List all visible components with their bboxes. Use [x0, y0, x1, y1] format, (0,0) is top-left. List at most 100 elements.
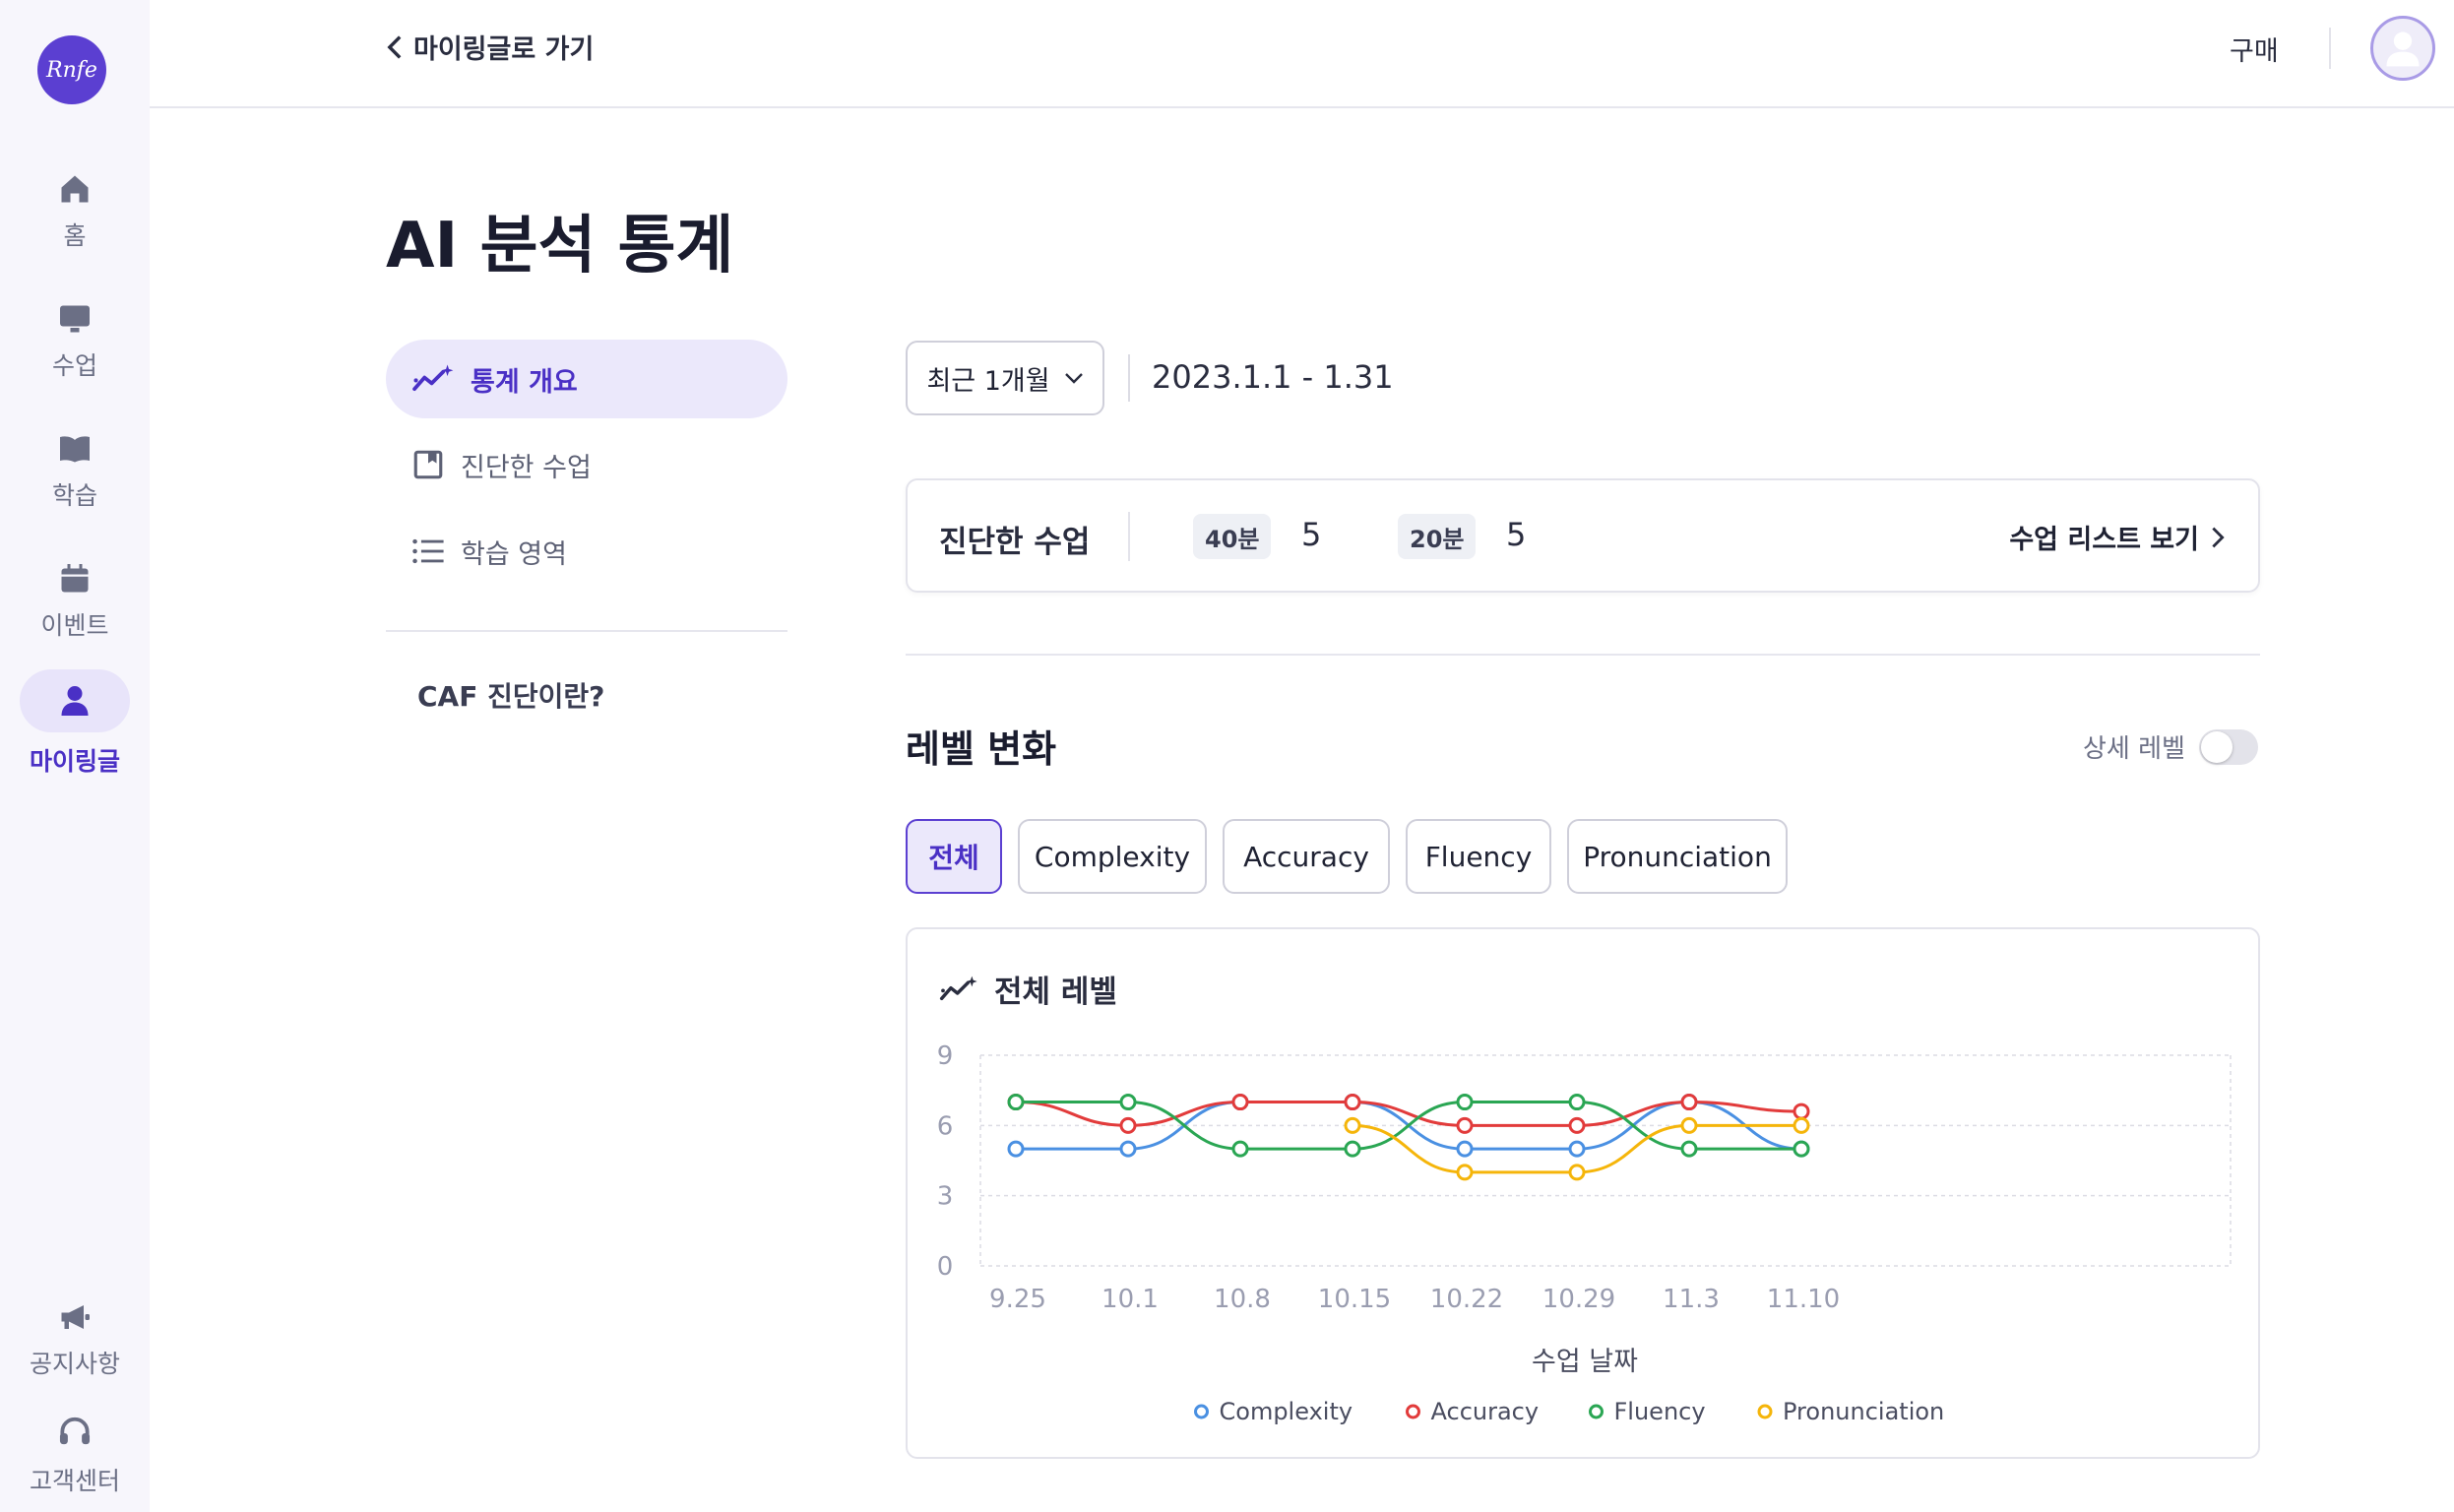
data-point-pronunciation [1680, 1116, 1698, 1134]
nav-item-support[interactable]: 고객센터 [16, 1402, 134, 1510]
data-point-accuracy [1231, 1094, 1249, 1111]
tab-accuracy[interactable]: Accuracy [1223, 819, 1390, 894]
top-divider [2329, 28, 2331, 69]
x-tick-label: 9.25 [989, 1285, 1046, 1314]
sidebar-rail: Rnfe 홈 수업 학습 이벤트 마이링글 공지사항 고객센터 [0, 0, 150, 1512]
tab-complexity[interactable]: Complexity [1018, 819, 1207, 894]
x-tick-label: 11.10 [1767, 1285, 1840, 1314]
brand-logo[interactable]: Rnfe [37, 35, 106, 104]
nav-label-support: 고객센터 [29, 1467, 120, 1495]
level-section-title: 레벨 변화 [906, 727, 1057, 771]
subnav-diagnosed-lessons[interactable]: 진단한 수업 [386, 425, 787, 504]
tab-fluency[interactable]: Fluency [1406, 819, 1551, 894]
y-tick-label: 9 [937, 1041, 954, 1071]
period-range: 2023.1.1 - 1.31 [1152, 358, 1394, 396]
data-point-accuracy [1793, 1102, 1810, 1120]
nav-item-mypage[interactable]: 마이링글 [12, 669, 138, 778]
subnav-diagnosed-label: 진단한 수업 [461, 452, 592, 483]
x-tick-label: 10.8 [1214, 1285, 1271, 1314]
legend-label-fluency: Fluency [1614, 1398, 1706, 1425]
bookmark-icon [413, 450, 443, 479]
nav-label-home: 홈 [63, 221, 87, 250]
period-dropdown[interactable]: 최근 1개월 [906, 341, 1104, 415]
detail-level-toggle[interactable]: 상세 레벨 [2083, 728, 2258, 765]
data-point-fluency [1344, 1140, 1361, 1158]
chevron-down-icon [1064, 373, 1083, 384]
nav-label-study: 학습 [51, 481, 97, 510]
data-point-fluency [1007, 1094, 1025, 1111]
data-point-fluency [1680, 1140, 1698, 1158]
logo-text: Rnfe [46, 57, 97, 83]
x-tick-label: 11.3 [1663, 1285, 1720, 1314]
lessons-card-divider [1128, 512, 1130, 561]
chevron-right-icon [2212, 527, 2225, 547]
caf-link[interactable]: CAF 진단이란? [417, 675, 604, 715]
data-point-complexity [1568, 1140, 1586, 1158]
data-point-accuracy [1344, 1094, 1361, 1111]
data-point-fluency [1231, 1140, 1249, 1158]
chevron-left-icon [387, 34, 402, 59]
duration-badge-20: 20분 [1398, 514, 1477, 559]
legend-marker-fluency [1589, 1404, 1604, 1419]
duration-count-40: 5 [1301, 516, 1322, 553]
data-point-pronunciation [1793, 1116, 1810, 1134]
buy-link[interactable]: 구매 [2230, 30, 2279, 68]
data-point-complexity [1007, 1140, 1025, 1158]
y-tick-label: 3 [937, 1182, 954, 1212]
home-icon [61, 175, 89, 203]
subnav-study-label: 학습 영역 [461, 538, 567, 570]
data-point-pronunciation [1568, 1164, 1586, 1181]
nav-label-notice: 공지사항 [29, 1350, 120, 1378]
data-point-accuracy [1680, 1094, 1698, 1111]
level-line-chart: 0 3 6 9 9.25 10.1 10.8 10.15 10.22 10.29 11.3 11.10… [937, 1041, 2232, 1425]
legend-marker-pronunciation [1757, 1404, 1773, 1419]
subnav-overview-label: 통계 개요 [471, 366, 578, 398]
data-point-fluency [1793, 1140, 1810, 1158]
nav-item-notice[interactable]: 공지사항 [16, 1286, 134, 1394]
x-tick-label: 10.22 [1430, 1285, 1503, 1314]
nav-item-study[interactable]: 학습 [16, 417, 134, 526]
nav-label-lessons: 수업 [51, 351, 97, 380]
nav-item-events[interactable]: 이벤트 [16, 547, 134, 656]
data-point-fluency [1456, 1094, 1474, 1111]
subnav-study-areas[interactable]: 학습 영역 [386, 512, 787, 591]
lesson-list-link[interactable]: 수업 리스트 보기 [2009, 518, 2225, 556]
back-link-label: 마이링글로 가기 [413, 34, 595, 65]
lesson-list-link-label: 수업 리스트 보기 [2009, 525, 2199, 555]
page-title: AI 분석 통계 [386, 210, 734, 283]
tab-all[interactable]: 전체 [906, 819, 1002, 894]
diagnosed-lessons-card: 진단한 수업 40분 5 20분 5 수업 리스트 보기 [906, 478, 2260, 593]
main-divider [906, 654, 2260, 656]
x-tick-label: 10.29 [1542, 1285, 1615, 1314]
legend-marker-accuracy [1406, 1404, 1420, 1419]
nav-active-pill [20, 669, 130, 732]
book-icon [60, 436, 90, 463]
x-tick-label: 10.1 [1101, 1285, 1159, 1314]
legend-label-pronunciation: Pronunciation [1783, 1398, 1944, 1425]
toggle-switch[interactable] [2198, 728, 2258, 765]
headset-icon [59, 1417, 91, 1445]
data-point-complexity [1456, 1140, 1474, 1158]
data-point-fluency [1568, 1094, 1586, 1111]
sparkle-chart-icon [412, 364, 454, 392]
data-point-accuracy [1456, 1116, 1474, 1134]
tab-pronunciation[interactable]: Pronunciation [1567, 819, 1788, 894]
megaphone-icon [61, 1305, 90, 1329]
nav-item-lessons[interactable]: 수업 [16, 287, 134, 396]
legend-marker-complexity [1194, 1404, 1209, 1419]
data-point-complexity [1119, 1140, 1137, 1158]
data-point-accuracy [1119, 1116, 1137, 1134]
subnav-overview[interactable]: 통계 개요 [386, 340, 787, 418]
x-axis-label: 수업 날짜 [1532, 1347, 1638, 1377]
list-icon [412, 538, 444, 564]
back-link[interactable]: 마이링글로 가기 [386, 28, 594, 66]
nav-label-events: 이벤트 [40, 611, 109, 640]
data-point-pronunciation [1456, 1164, 1474, 1181]
y-tick-label: 6 [937, 1111, 954, 1141]
lessons-card-title: 진단한 수업 [939, 525, 1091, 560]
nav-item-home[interactable]: 홈 [16, 158, 134, 266]
period-selected: 최근 1개월 [926, 365, 1050, 397]
calendar-icon [61, 564, 89, 593]
avatar[interactable] [2370, 16, 2435, 81]
y-tick-label: 0 [937, 1252, 954, 1282]
